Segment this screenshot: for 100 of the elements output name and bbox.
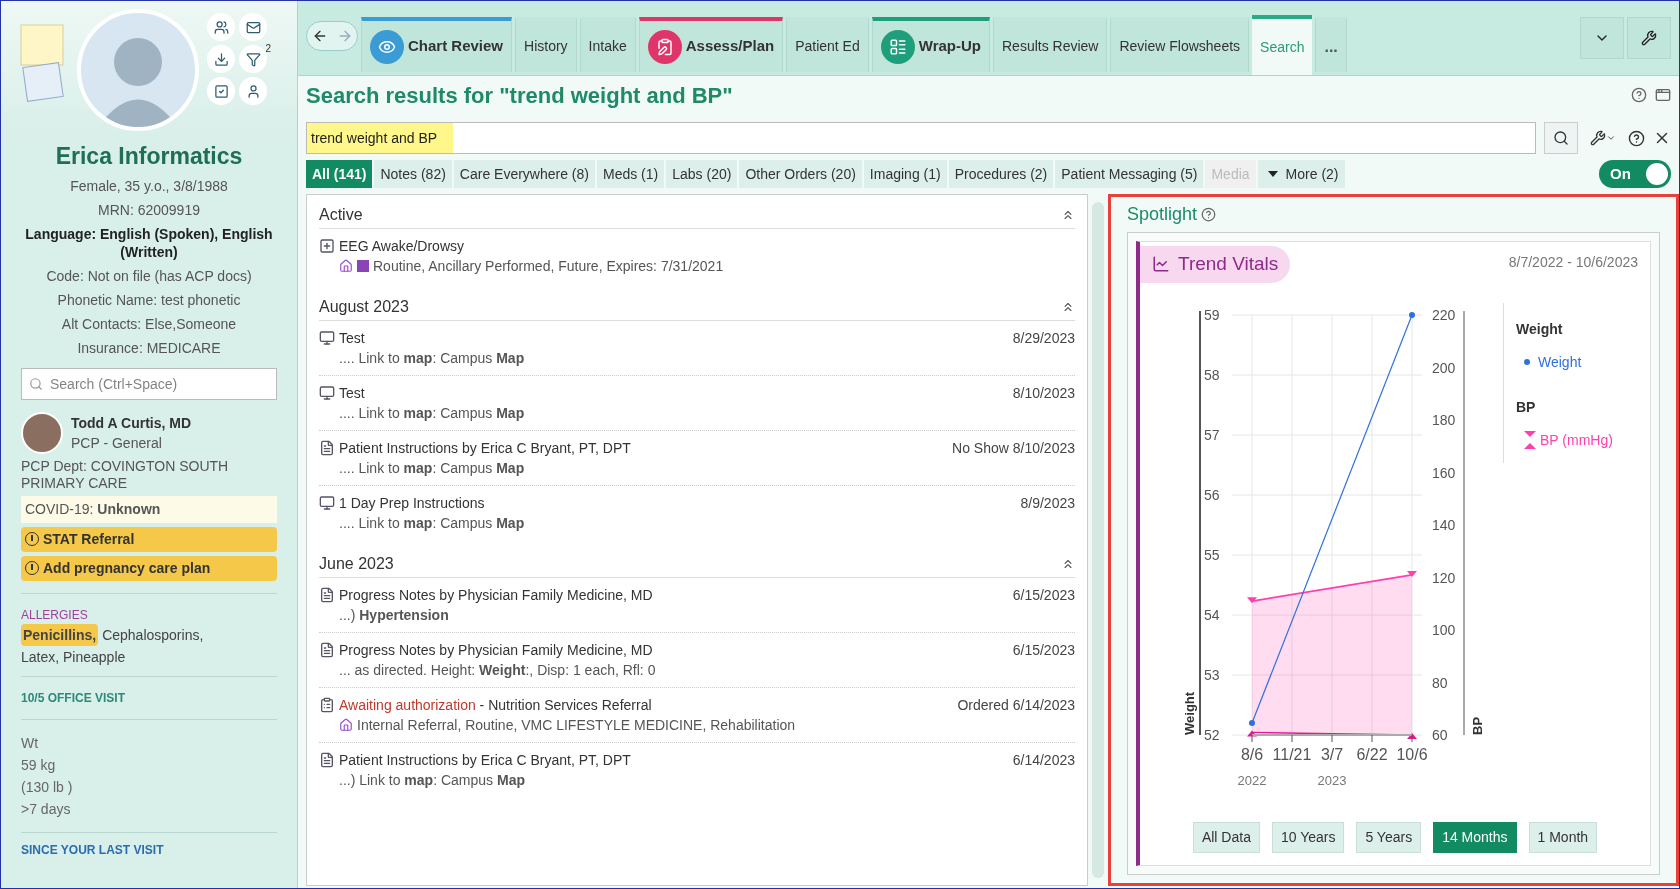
tab[interactable]: Results Review bbox=[993, 17, 1108, 72]
result-item[interactable]: Patient Instructions by Erica C Bryant, PT, DPT 6/14/2023 ...) Link to map: Campus Map bbox=[319, 743, 1075, 797]
result-snippet: .... Link to map: Campus Map bbox=[339, 514, 525, 533]
tab[interactable]: Assess/Plan bbox=[638, 17, 784, 72]
search-field[interactable]: Search (Ctrl+Space) bbox=[21, 367, 277, 400]
patient-detail: Phonetic Name: test phonetic bbox=[57, 290, 241, 310]
result-title: Patient Instructions by Erica C Bryant, PT, DPT bbox=[339, 439, 631, 458]
filter-tab[interactable]: Meds (1) bbox=[597, 160, 665, 188]
filter-tab[interactable]: Imaging (1) bbox=[863, 160, 947, 188]
weight-point bbox=[1249, 719, 1255, 726]
monitor-icon bbox=[319, 330, 335, 346]
search-icon bbox=[1553, 130, 1569, 146]
settings-button[interactable] bbox=[1627, 17, 1671, 59]
mail-icon[interactable] bbox=[239, 13, 267, 41]
notification-count: 2 bbox=[265, 42, 271, 56]
filter-tab[interactable]: Patient Messaging (5) bbox=[1055, 160, 1204, 188]
photo-placeholder bbox=[21, 411, 63, 454]
document-icon bbox=[319, 587, 335, 603]
vital-value: >7 days bbox=[21, 799, 72, 819]
year-label: 2023 bbox=[1317, 772, 1347, 788]
filter-tab[interactable]: Care Everywhere (8) bbox=[453, 160, 595, 188]
result-date: 6/15/2023 bbox=[1012, 586, 1075, 605]
result-date: 8/9/2023 bbox=[1020, 494, 1075, 513]
filter-tab[interactable]: Other Orders (20) bbox=[739, 160, 862, 188]
filter-tab[interactable]: Notes (82) bbox=[374, 160, 452, 188]
people-icon[interactable] bbox=[207, 13, 235, 41]
axis-label: 11/21 bbox=[1272, 745, 1312, 763]
filter-tab[interactable]: Procedures (2) bbox=[948, 160, 1054, 188]
filter-tab[interactable]: All (141) bbox=[306, 160, 373, 188]
caret-icon bbox=[1606, 133, 1616, 143]
document-icon bbox=[319, 752, 335, 768]
result-item[interactable]: Progress Notes by Physician Family Medicine, MD 6/15/2023 ... as directed. Height: Weight:, Disp: 1 each, Rfl: 0 bbox=[319, 633, 1075, 688]
profile-icon[interactable] bbox=[239, 77, 267, 105]
section-heading: ALLERGIES bbox=[20, 606, 89, 624]
range-button[interactable]: 5 Years bbox=[1356, 822, 1422, 853]
collapse-icon[interactable] bbox=[1061, 300, 1075, 314]
help-icon[interactable] bbox=[1201, 207, 1217, 222]
vital-value: 59 kg bbox=[21, 755, 57, 775]
legend-label: Weight bbox=[1538, 352, 1582, 372]
point bbox=[1247, 596, 1257, 603]
tab[interactable]: Chart Review bbox=[361, 17, 513, 72]
patient-detail: Insurance: MEDICARE bbox=[77, 338, 221, 358]
group-heading: August 2023 bbox=[319, 297, 409, 317]
download-icon[interactable] bbox=[207, 45, 235, 73]
search-button[interactable] bbox=[1544, 122, 1578, 154]
result-item[interactable]: Patient Instructions by Erica C Bryant, PT, DPT No Show 8/10/2023 .... Link to map: Campus Map bbox=[319, 431, 1075, 486]
result-item[interactable]: Test 8/10/2023 .... Link to map: Campus Map bbox=[319, 376, 1075, 431]
tab[interactable]: History bbox=[515, 17, 577, 72]
result-title: Progress Notes by Physician Family Medicine, MD bbox=[339, 641, 653, 660]
navigation-arrows[interactable] bbox=[306, 21, 358, 51]
alert-banner[interactable]: Add pregnancy care plan bbox=[21, 555, 277, 581]
axis-label: 54 bbox=[1204, 606, 1220, 623]
tab[interactable]: ... bbox=[1315, 17, 1347, 72]
axis-label: 6/22 bbox=[1356, 745, 1388, 763]
tab[interactable]: Patient Ed bbox=[786, 17, 869, 72]
axis-label: 160 bbox=[1432, 464, 1456, 480]
result-item[interactable]: Awaiting authorization - Nutrition Services Referral Ordered 6/14/2023 Internal Referral, Routine, VMC LIFESTYLE MEDICINE, Rehabilitation bbox=[319, 688, 1075, 743]
pcp-role: PCP - General bbox=[71, 433, 163, 453]
result-item[interactable]: 1 Day Prep Instructions 8/9/2023 .... Link to map: Campus Map bbox=[319, 486, 1075, 540]
legend-heading: BP bbox=[1516, 397, 1537, 417]
help-icon[interactable] bbox=[1631, 87, 1647, 103]
search-input[interactable]: trend weight and BP bbox=[306, 122, 1536, 154]
result-date: 6/14/2023 bbox=[1012, 751, 1075, 770]
result-item[interactable]: Test 8/29/2023 .... Link to map: Campus Map bbox=[319, 321, 1075, 376]
tab[interactable]: Intake bbox=[579, 17, 636, 72]
window-icon[interactable] bbox=[1655, 87, 1671, 103]
toggle-switch[interactable]: On bbox=[1599, 160, 1671, 188]
scrollbar[interactable] bbox=[1092, 202, 1104, 878]
alert-banner[interactable]: STAT Referral bbox=[21, 526, 277, 552]
range-marker-icon bbox=[1524, 431, 1536, 449]
checkbox-icon[interactable] bbox=[207, 77, 235, 105]
search-icon bbox=[29, 376, 43, 391]
range-button[interactable]: 14 Months bbox=[1433, 822, 1517, 853]
result-title: 1 Day Prep Instructions bbox=[339, 494, 485, 513]
result-snippet: .... Link to map: Campus Map bbox=[339, 404, 525, 423]
monitor-icon bbox=[319, 495, 335, 511]
range-button[interactable]: 10 Years bbox=[1271, 822, 1345, 853]
result-date: No Show 8/10/2023 bbox=[952, 439, 1075, 458]
collapse-icon[interactable] bbox=[1061, 208, 1075, 222]
wrench-icon bbox=[1641, 30, 1657, 46]
filter-tab[interactable]: Labs (20) bbox=[666, 160, 738, 188]
range-button[interactable]: All Data bbox=[1192, 822, 1260, 853]
result-item[interactable]: Progress Notes by Physician Family Medicine, MD 6/15/2023 ...) Hypertension bbox=[319, 578, 1075, 633]
filter-tab[interactable]: More (2) bbox=[1257, 160, 1345, 188]
chart-icon bbox=[1152, 255, 1170, 274]
result-snippet: Routine, Ancillary Performed, Future, Expires: 7/31/2021 bbox=[373, 257, 724, 276]
axis-label: 200 bbox=[1432, 359, 1456, 375]
result-item[interactable]: EEG Awake/Drowsy Routine, Ancillary Performed, Future, Expires: 7/31/2021 bbox=[319, 229, 1075, 283]
range-button[interactable]: 1 Month bbox=[1528, 822, 1598, 853]
tab[interactable]: Wrap-Up bbox=[871, 17, 990, 72]
result-date: 6/15/2023 bbox=[1012, 641, 1075, 660]
tab[interactable]: Review Flowsheets bbox=[1110, 17, 1250, 72]
collapse-icon[interactable] bbox=[1061, 557, 1075, 571]
order-icon bbox=[319, 238, 335, 254]
date-range: 8/7/2022 - 10/6/2023 bbox=[1508, 252, 1638, 272]
allergy: Penicillins, bbox=[21, 623, 99, 646]
axis-label: 57 bbox=[1204, 426, 1220, 443]
axis-label: 80 bbox=[1432, 674, 1448, 690]
help-icon[interactable] bbox=[1628, 129, 1645, 147]
filter-icon[interactable] bbox=[239, 45, 267, 73]
